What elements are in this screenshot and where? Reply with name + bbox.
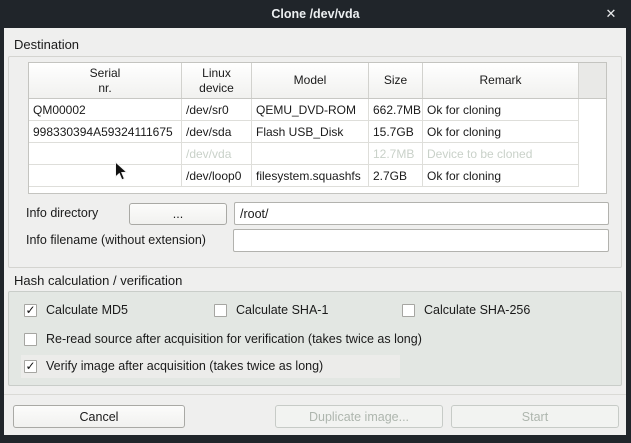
checkbox-unchecked-icon bbox=[402, 304, 415, 317]
cell-filler bbox=[579, 143, 606, 165]
cell-size: 15.7GB bbox=[369, 121, 423, 143]
column-header-serial-nr[interactable]: Serial nr. bbox=[29, 63, 182, 98]
info-directory-label: Info directory bbox=[26, 206, 98, 220]
clone-dialog-window: Clone /dev/vda ✕ Destination Serial nr. … bbox=[0, 0, 631, 443]
cell-filler bbox=[579, 121, 606, 143]
destination-section-label: Destination bbox=[14, 37, 79, 52]
checkbox-calculate-sha1[interactable]: Calculate SHA-1 bbox=[214, 302, 328, 318]
cell-remark: Ok for cloning bbox=[423, 121, 579, 143]
checkbox-label: Calculate SHA-1 bbox=[236, 303, 328, 317]
checkbox-calculate-md5[interactable]: Calculate MD5 bbox=[24, 302, 128, 318]
cell-size: 12.7MB bbox=[369, 143, 423, 165]
checkbox-label: Calculate MD5 bbox=[46, 303, 128, 317]
table-row-dev-vda-source: /dev/vda 12.7MB Device to be cloned bbox=[29, 143, 606, 165]
cell-remark: Ok for cloning bbox=[423, 99, 579, 121]
cell-serial bbox=[29, 165, 182, 187]
cancel-button[interactable]: Cancel bbox=[13, 405, 185, 428]
cell-filler bbox=[579, 165, 606, 187]
window-title: Clone /dev/vda bbox=[271, 7, 359, 21]
cell-serial: 998330394A59324111675 bbox=[29, 121, 182, 143]
cell-model bbox=[252, 143, 369, 165]
button-area-separator bbox=[4, 394, 626, 395]
cell-device: /dev/vda bbox=[182, 143, 252, 165]
cell-serial bbox=[29, 143, 182, 165]
table-header-row: Serial nr. Linux device Model Size Remar… bbox=[29, 63, 606, 99]
duplicate-image-button[interactable]: Duplicate image... bbox=[275, 405, 443, 428]
cell-filler bbox=[579, 99, 606, 121]
cell-serial: QM00002 bbox=[29, 99, 182, 121]
column-header-model[interactable]: Model bbox=[252, 63, 369, 98]
checkbox-label: Calculate SHA-256 bbox=[424, 303, 530, 317]
checkbox-label: Re-read source after acquisition for ver… bbox=[46, 332, 422, 346]
column-header-filler bbox=[579, 63, 606, 98]
checkbox-reread-source[interactable]: Re-read source after acquisition for ver… bbox=[24, 331, 422, 347]
checkbox-verify-image[interactable]: Verify image after acquisition (takes tw… bbox=[24, 358, 323, 374]
cell-model: filesystem.squashfs bbox=[252, 165, 369, 187]
checkbox-checked-icon bbox=[24, 360, 37, 373]
cell-remark: Device to be cloned bbox=[423, 143, 579, 165]
cell-remark: Ok for cloning bbox=[423, 165, 579, 187]
cell-device: /dev/sr0 bbox=[182, 99, 252, 121]
column-header-linux-device[interactable]: Linux device bbox=[182, 63, 252, 98]
cell-model: QEMU_DVD-ROM bbox=[252, 99, 369, 121]
info-directory-input[interactable] bbox=[234, 202, 609, 225]
close-icon[interactable]: ✕ bbox=[600, 0, 622, 28]
checkbox-unchecked-icon bbox=[214, 304, 227, 317]
checkbox-calculate-sha256[interactable]: Calculate SHA-256 bbox=[402, 302, 530, 318]
cell-device: /dev/sda bbox=[182, 121, 252, 143]
checkbox-unchecked-icon bbox=[24, 333, 37, 346]
column-header-size[interactable]: Size bbox=[369, 63, 423, 98]
table-row-dev-loop0[interactable]: /dev/loop0 filesystem.squashfs 2.7GB Ok … bbox=[29, 165, 606, 187]
table-row-dev-sda[interactable]: 998330394A59324111675 /dev/sda Flash USB… bbox=[29, 121, 606, 143]
checkbox-checked-icon bbox=[24, 304, 37, 317]
hash-section-label: Hash calculation / verification bbox=[14, 273, 182, 288]
info-filename-input[interactable] bbox=[233, 229, 609, 252]
cell-size: 662.7MB bbox=[369, 99, 423, 121]
destination-device-table: Serial nr. Linux device Model Size Remar… bbox=[28, 62, 607, 194]
start-button[interactable]: Start bbox=[451, 405, 619, 428]
info-filename-label: Info filename (without extension) bbox=[26, 233, 206, 247]
cell-device: /dev/loop0 bbox=[182, 165, 252, 187]
cell-model: Flash USB_Disk bbox=[252, 121, 369, 143]
titlebar[interactable]: Clone /dev/vda ✕ bbox=[0, 0, 631, 28]
cell-size: 2.7GB bbox=[369, 165, 423, 187]
table-row-dev-sr0[interactable]: QM00002 /dev/sr0 QEMU_DVD-ROM 662.7MB Ok… bbox=[29, 99, 606, 121]
browse-directory-button[interactable]: ... bbox=[129, 203, 227, 225]
checkbox-label: Verify image after acquisition (takes tw… bbox=[46, 359, 323, 373]
column-header-remark[interactable]: Remark bbox=[423, 63, 579, 98]
